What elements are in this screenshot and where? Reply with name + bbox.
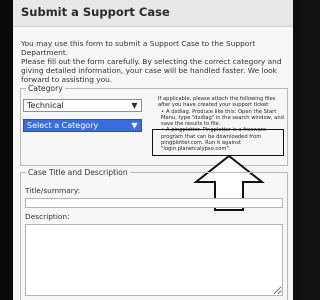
case-type-select[interactable]: Technical ▼ [23,99,142,112]
highlight-box [152,129,284,156]
chevron-down-icon[interactable]: ▼ [130,100,139,111]
attachment-item-dxdiag: • A dxdiag. Produce like this: Open the S… [161,109,286,128]
page-title: Submit a Support Case [21,5,170,19]
right-background-strip [293,0,300,300]
form-instructions: Please fill out the form carefully. By s… [21,57,282,84]
category-legend: Category [28,84,63,93]
left-background-strip [0,0,13,300]
page-header: Submit a Support Case [13,0,293,27]
description-label: Description: [25,212,70,221]
case-type-value: Technical [27,101,64,110]
category-select[interactable]: Select a Category ▼ [23,119,142,132]
chevron-down-icon[interactable]: ▼ [130,120,139,131]
intro-text: You may use this form to submit a Suppor… [21,39,256,57]
title-summary-input[interactable] [25,198,283,208]
attachment-dxdiag-text: A dxdiag. Produce like this: Open the St… [161,108,284,128]
title-label: Title/summary: [25,186,81,195]
attachment-intro: If applicable, please attach the followi… [158,96,276,109]
support-case-panel: Submit a Support Case You may use this f… [13,0,293,300]
category-select-value: Select a Category [27,121,99,130]
description-textarea[interactable] [25,224,283,296]
case-legend: Case Title and Description [28,168,128,177]
